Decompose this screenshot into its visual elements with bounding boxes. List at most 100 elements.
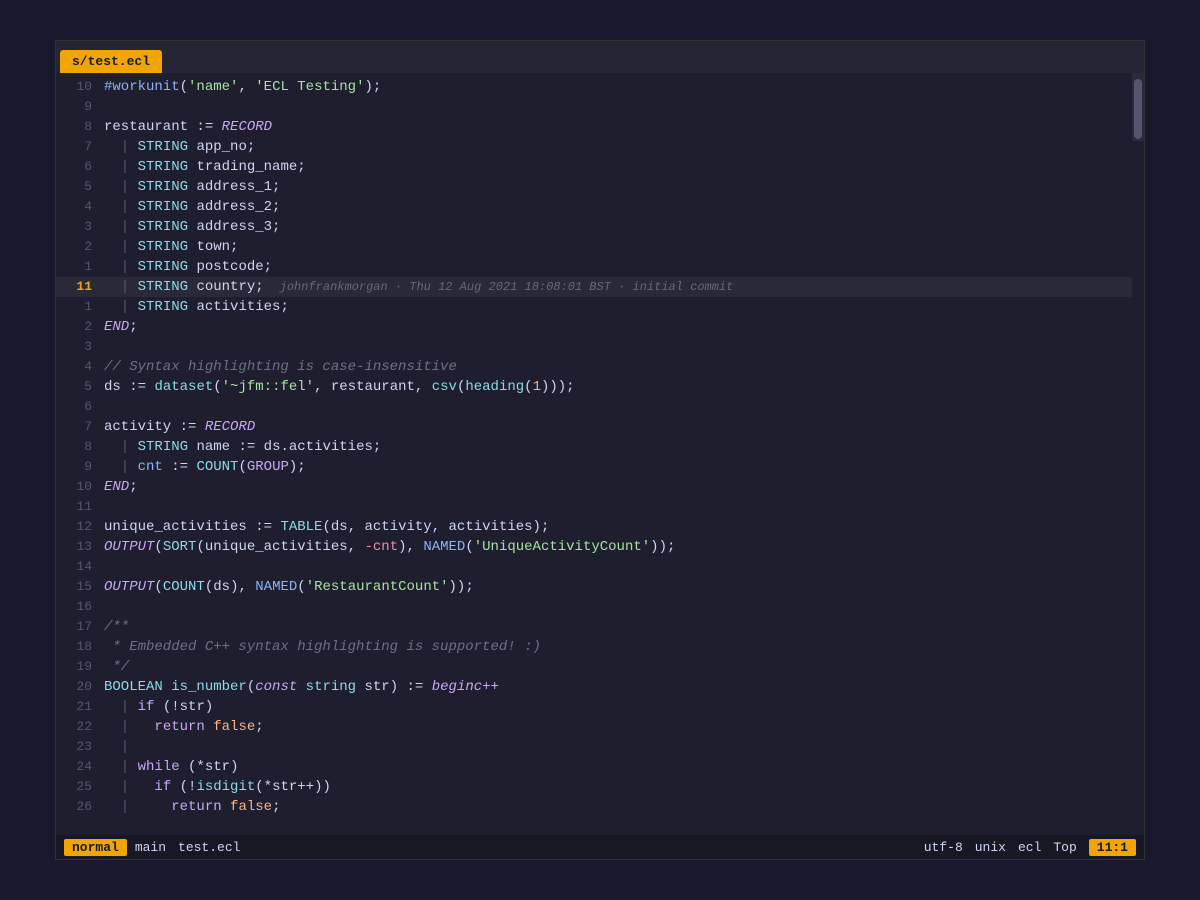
line-number: 25: [56, 777, 104, 797]
line-content: | if (!str): [104, 697, 1132, 717]
line-number: 6: [56, 157, 104, 177]
line-number: 4: [56, 197, 104, 217]
table-row: 16: [56, 597, 1132, 617]
table-row: 3: [56, 337, 1132, 357]
line-number: 23: [56, 737, 104, 757]
table-row: 9 | cnt := COUNT(GROUP);: [56, 457, 1132, 477]
line-number: 18: [56, 637, 104, 657]
line-number: 4: [56, 357, 104, 377]
status-right: utf-8 unix ecl Top 11:1: [924, 839, 1136, 856]
line-number: 26: [56, 797, 104, 817]
line-content: | while (*str): [104, 757, 1132, 777]
branch-name: main: [135, 840, 166, 855]
scroll-position: Top: [1053, 840, 1076, 855]
table-row: 6: [56, 397, 1132, 417]
line-number: 2: [56, 317, 104, 337]
status-bar: normal main test.ecl utf-8 unix ecl Top …: [56, 835, 1144, 859]
file-name: test.ecl: [178, 840, 240, 855]
table-row: 19 */: [56, 657, 1132, 677]
mode-badge: normal: [64, 839, 127, 856]
table-row: 13 OUTPUT(SORT(unique_activities, -cnt),…: [56, 537, 1132, 557]
line-number: 8: [56, 117, 104, 137]
line-number: 9: [56, 457, 104, 477]
line-number: 8: [56, 437, 104, 457]
line-number: 21: [56, 697, 104, 717]
line-content: | STRING address_3;: [104, 217, 1132, 237]
line-content: | return false;: [104, 717, 1132, 737]
line-number: 9: [56, 97, 104, 117]
language: ecl: [1018, 840, 1041, 855]
table-row: 8 | STRING name := ds.activities;: [56, 437, 1132, 457]
line-content: OUTPUT(COUNT(ds), NAMED('RestaurantCount…: [104, 577, 1132, 597]
status-middle: main test.ecl: [135, 840, 924, 855]
line-content: | STRING postcode;: [104, 257, 1132, 277]
line-content: */: [104, 657, 1132, 677]
line-content: | STRING address_1;: [104, 177, 1132, 197]
line-content: * Embedded C++ syntax highlighting is su…: [104, 637, 1132, 657]
line-number: 1: [56, 257, 104, 277]
line-number: 5: [56, 177, 104, 197]
table-row: 6 | STRING trading_name;: [56, 157, 1132, 177]
table-row: 14: [56, 557, 1132, 577]
scrollbar-thumb[interactable]: [1134, 79, 1142, 139]
line-number: 13: [56, 537, 104, 557]
table-row: 4 | STRING address_2;: [56, 197, 1132, 217]
line-number: 5: [56, 377, 104, 397]
editor-right: [1132, 73, 1144, 835]
line-number: 24: [56, 757, 104, 777]
tab-bar: s/test.ecl: [56, 41, 1144, 73]
line-number: 7: [56, 137, 104, 157]
line-content: /**: [104, 617, 1132, 637]
table-row: 11: [56, 497, 1132, 517]
line-number: 10: [56, 77, 104, 97]
line-content: activity := RECORD: [104, 417, 1132, 437]
table-row: 10 #workunit('name', 'ECL Testing');: [56, 77, 1132, 97]
table-row: 11 | STRING country;johnfrankmorgan · Th…: [56, 277, 1132, 297]
line-content: ds := dataset('~jfm::fel', restaurant, c…: [104, 377, 1132, 397]
line-content: // Syntax highlighting is case-insensiti…: [104, 357, 1132, 377]
tab-file[interactable]: s/test.ecl: [60, 50, 162, 73]
line-content: #workunit('name', 'ECL Testing');: [104, 77, 1132, 97]
lines-container: 10 #workunit('name', 'ECL Testing'); 9 8…: [56, 73, 1132, 821]
line-content: OUTPUT(SORT(unique_activities, -cnt), NA…: [104, 537, 1132, 557]
line-number: 11: [56, 277, 104, 297]
line-content: BOOLEAN is_number(const string str) := b…: [104, 677, 1132, 697]
table-row: 22 | return false;: [56, 717, 1132, 737]
line-number: 11: [56, 497, 104, 517]
table-row: 10 END;: [56, 477, 1132, 497]
line-content: | STRING town;: [104, 237, 1132, 257]
table-row: 3 | STRING address_3;: [56, 217, 1132, 237]
line-content: | STRING name := ds.activities;: [104, 437, 1132, 457]
line-number: 22: [56, 717, 104, 737]
line-number: 2: [56, 237, 104, 257]
table-row: 7 | STRING app_no;: [56, 137, 1132, 157]
line-content: | STRING address_2;: [104, 197, 1132, 217]
table-row: 24 | while (*str): [56, 757, 1132, 777]
line-number: 19: [56, 657, 104, 677]
table-row: 20 BOOLEAN is_number(const string str) :…: [56, 677, 1132, 697]
table-row: 18 * Embedded C++ syntax highlighting is…: [56, 637, 1132, 657]
line-number: 6: [56, 397, 104, 417]
table-row: 5 | STRING address_1;: [56, 177, 1132, 197]
line-number: 15: [56, 577, 104, 597]
table-row: 8 restaurant := RECORD: [56, 117, 1132, 137]
line-number: 20: [56, 677, 104, 697]
editor-body: 10 #workunit('name', 'ECL Testing'); 9 8…: [56, 73, 1144, 835]
table-row: 1 | STRING postcode;: [56, 257, 1132, 277]
line-content: | return false;: [104, 797, 1132, 817]
line-content: | STRING trading_name;: [104, 157, 1132, 177]
line-content: | cnt := COUNT(GROUP);: [104, 457, 1132, 477]
line-number: 10: [56, 477, 104, 497]
line-number: 3: [56, 217, 104, 237]
vertical-scrollbar[interactable]: [1132, 73, 1144, 141]
code-area[interactable]: 10 #workunit('name', 'ECL Testing'); 9 8…: [56, 73, 1132, 835]
line-content: | STRING activities;: [104, 297, 1132, 317]
table-row: 17 /**: [56, 617, 1132, 637]
table-row: 9: [56, 97, 1132, 117]
line-number: 16: [56, 597, 104, 617]
line-number: 14: [56, 557, 104, 577]
line-content: |: [104, 737, 1132, 757]
table-row: 1 | STRING activities;: [56, 297, 1132, 317]
editor-window: s/test.ecl 10 #workunit('name', 'ECL Tes…: [55, 40, 1145, 860]
line-content: END;: [104, 317, 1132, 337]
